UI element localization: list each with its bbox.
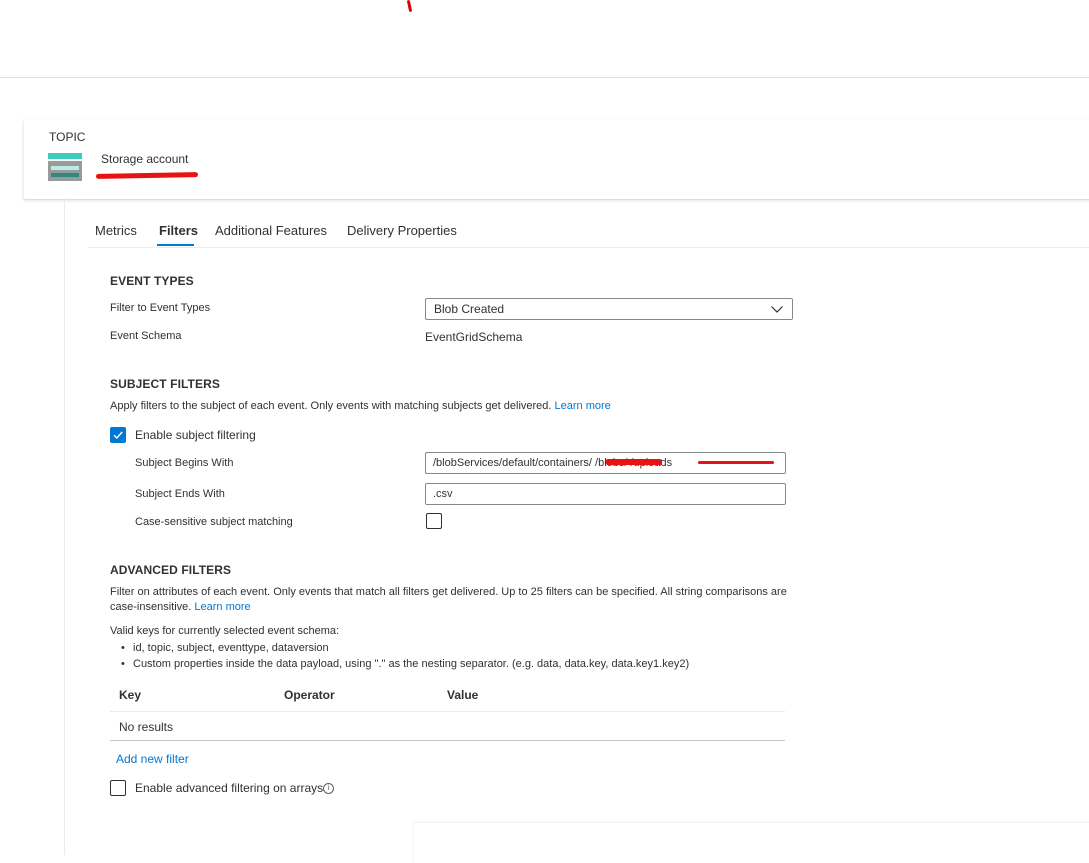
bottom-panel <box>414 823 1089 863</box>
redacted-path <box>698 461 774 464</box>
case-sensitive-checkbox[interactable] <box>426 513 442 529</box>
subject-ends-input[interactable]: .csv <box>425 483 786 505</box>
column-key: Key <box>119 688 142 702</box>
chevron-down-icon <box>771 306 783 313</box>
valid-key-item: id, topic, subject, eventtype, dataversi… <box>110 640 689 656</box>
column-value: Value <box>447 688 479 702</box>
enable-subject-filtering-checkbox[interactable] <box>110 427 126 443</box>
event-types-dropdown[interactable]: Blob Created <box>425 298 793 320</box>
content-left-border <box>64 199 65 855</box>
filter-event-types-label: Filter to Event Types <box>110 302 211 314</box>
header-divider <box>0 77 1089 78</box>
valid-keys-intro: Valid keys for currently selected event … <box>110 625 340 637</box>
tabs-divider <box>88 247 1089 248</box>
event-types-selected: Blob Created <box>434 302 505 316</box>
subject-filters-description-text: Apply filters to the subject of each eve… <box>110 400 552 412</box>
subject-filters-title: SUBJECT FILTERS <box>110 377 220 391</box>
advanced-filters-learn-more-link[interactable]: Learn more <box>194 601 250 613</box>
subject-begins-label: Subject Begins With <box>135 457 234 469</box>
enable-array-filtering-label: Enable advanced filtering on arrays <box>135 781 324 795</box>
subject-ends-value: .csv <box>433 488 453 500</box>
topic-label: TOPIC <box>49 130 86 144</box>
tab-metrics[interactable]: Metrics <box>95 223 137 238</box>
event-schema-value: EventGridSchema <box>425 330 523 344</box>
storage-account-icon <box>48 153 82 181</box>
subject-filters-learn-more-link[interactable]: Learn more <box>555 400 611 412</box>
table-header-divider <box>110 711 785 712</box>
no-results-text: No results <box>119 720 174 734</box>
table-bottom-divider <box>110 740 785 741</box>
valid-key-item: Custom properties inside the data payloa… <box>110 656 689 672</box>
subject-begins-input[interactable]: /blobServices/default/containers/ /blobs… <box>425 452 786 474</box>
event-types-title: EVENT TYPES <box>110 274 194 288</box>
advanced-filters-description-line2: case-insensitive. Learn more <box>110 601 251 613</box>
tab-additional-features[interactable]: Additional Features <box>215 223 327 238</box>
column-operator: Operator <box>284 688 335 702</box>
checkmark-icon <box>113 431 123 440</box>
advanced-filters-description-end: case-insensitive. <box>110 601 192 613</box>
info-icon[interactable]: i <box>323 783 334 794</box>
enable-array-filtering-checkbox[interactable] <box>110 780 126 796</box>
redacted-topic-name <box>95 172 199 179</box>
annotation-mark <box>406 0 413 13</box>
valid-keys-list: id, topic, subject, eventtype, dataversi… <box>110 640 689 672</box>
enable-subject-filtering-label: Enable subject filtering <box>135 428 256 442</box>
advanced-filters-title: ADVANCED FILTERS <box>110 563 232 577</box>
tab-filters[interactable]: Filters <box>159 223 198 238</box>
advanced-filters-description-line1: Filter on attributes of each event. Only… <box>110 586 787 598</box>
add-new-filter-link[interactable]: Add new filter <box>116 752 189 766</box>
case-sensitive-label: Case-sensitive subject matching <box>135 516 293 528</box>
tab-delivery-properties[interactable]: Delivery Properties <box>347 223 457 238</box>
topic-type: Storage account <box>101 152 189 166</box>
redacted-container <box>606 459 662 465</box>
subject-filters-description: Apply filters to the subject of each eve… <box>110 400 611 412</box>
active-tab-indicator <box>157 244 194 246</box>
event-schema-label: Event Schema <box>110 330 182 342</box>
topic-card: TOPIC Storage account <box>24 119 1089 199</box>
subject-ends-label: Subject Ends With <box>135 488 225 500</box>
